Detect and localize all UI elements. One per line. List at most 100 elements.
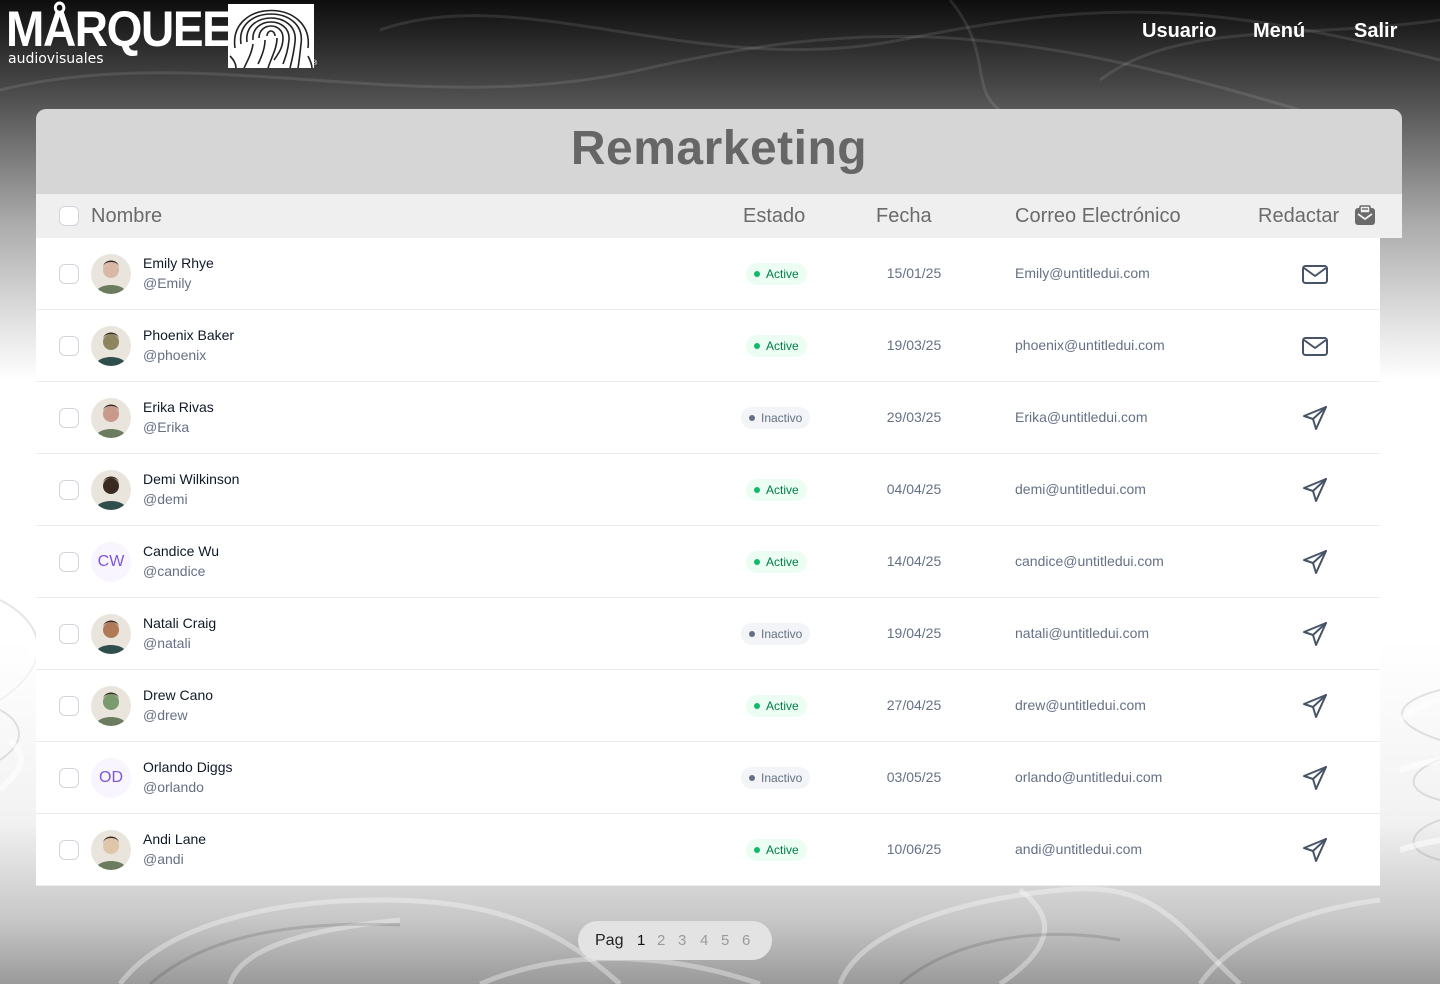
avatar — [91, 470, 131, 510]
row-checkbox[interactable] — [59, 480, 79, 500]
card-header: Remarketing — [36, 109, 1402, 194]
email-cell: Erika@untitledui.com — [1015, 409, 1148, 425]
date-cell: 27/04/25 — [886, 697, 942, 713]
send-icon[interactable] — [1301, 404, 1329, 432]
user-name: Natali Craig — [143, 615, 217, 631]
avatar — [91, 254, 131, 294]
avatar — [91, 614, 131, 654]
user-handle: @andi — [143, 851, 184, 867]
page-link[interactable]: 6 — [742, 921, 750, 960]
date-cell: 14/04/25 — [886, 553, 942, 569]
pagination: Pag 123456 — [578, 921, 772, 960]
top-bar: MÅRQUEE. audiovisuales ® Usuario Menú Sa… — [0, 0, 1440, 80]
page-link[interactable]: 5 — [721, 921, 729, 960]
user-name: Candice Wu — [143, 543, 220, 559]
column-header-nombre[interactable]: Nombre — [91, 194, 162, 238]
table-header: Nombre Estado Fecha Correo Electrónico R… — [36, 194, 1402, 238]
row-checkbox[interactable] — [59, 264, 79, 284]
email-cell: natali@untitledui.com — [1015, 625, 1150, 641]
table-row[interactable]: Demi Wilkinson @demi Active 04/04/25 demi@un… — [36, 454, 1380, 526]
fingerprint-icon — [228, 4, 314, 68]
row-checkbox[interactable] — [59, 840, 79, 860]
email-cell: orlando@untitledui.com — [1015, 769, 1163, 785]
table-row[interactable]: Erika Rivas @Erika Inactivo 29/03/25 Erika@u… — [36, 382, 1380, 454]
date-cell: 29/03/25 — [886, 409, 942, 425]
status-badge: Active — [746, 839, 807, 861]
user-handle: @demi — [143, 491, 188, 507]
user-name: Drew Cano — [143, 687, 214, 703]
user-name: Emily Rhye — [143, 255, 214, 271]
registered-mark: ® — [312, 60, 318, 67]
page-title: Remarketing — [570, 122, 868, 175]
user-name: Orlando Diggs — [143, 759, 233, 775]
email-cell: andi@untitledui.com — [1015, 841, 1143, 857]
date-cell: 15/01/25 — [886, 265, 942, 281]
user-name: Erika Rivas — [143, 399, 214, 415]
table-row[interactable]: Phoenix Baker @phoenix Active 19/03/25 phoen… — [36, 310, 1380, 382]
row-checkbox[interactable] — [59, 696, 79, 716]
row-checkbox[interactable] — [59, 552, 79, 572]
column-header-redactar[interactable]: Redactar — [1258, 194, 1339, 238]
avatar: CW — [91, 542, 131, 582]
send-icon[interactable] — [1301, 620, 1329, 648]
user-handle: @orlando — [143, 779, 204, 795]
date-cell: 04/04/25 — [886, 481, 942, 497]
pagination-label: Pag — [595, 932, 624, 949]
avatar: OD — [91, 758, 131, 798]
page-link[interactable]: 4 — [700, 921, 708, 960]
user-handle: @natali — [143, 635, 191, 651]
status-badge: Active — [746, 695, 807, 717]
status-badge: Active — [746, 551, 807, 573]
send-icon[interactable] — [1301, 764, 1329, 792]
page-link[interactable]: 1 — [637, 921, 645, 960]
row-checkbox[interactable] — [59, 336, 79, 356]
send-icon[interactable] — [1301, 692, 1329, 720]
brand-logo[interactable]: MÅRQUEE. audiovisuales ® — [6, 1, 318, 70]
table-row[interactable]: Andi Lane @andi Active 10/06/25 andi@untitle… — [36, 814, 1380, 886]
nav-usuario[interactable]: Usuario — [1142, 18, 1216, 44]
page-link[interactable]: 3 — [678, 921, 686, 960]
mail-icon[interactable] — [1301, 332, 1329, 360]
row-checkbox[interactable] — [59, 768, 79, 788]
row-checkbox[interactable] — [59, 408, 79, 428]
date-cell: 19/04/25 — [886, 625, 942, 641]
send-icon[interactable] — [1301, 548, 1329, 576]
user-name: Andi Lane — [143, 831, 207, 847]
column-header-fecha[interactable]: Fecha — [876, 194, 932, 238]
nav-salir[interactable]: Salir — [1354, 18, 1397, 44]
date-cell: 03/05/25 — [886, 769, 942, 785]
avatar — [91, 326, 131, 366]
table-row[interactable]: Natali Craig @natali Inactivo 19/04/25 natal… — [36, 598, 1380, 670]
nav-menu[interactable]: Menú — [1253, 18, 1305, 44]
remarketing-card: Remarketing Nombre Estado Fecha Correo E… — [36, 109, 1402, 887]
user-table-body: Emily Rhye @Emily Active 15/01/25 Emily@unti… — [36, 238, 1380, 886]
column-header-correo[interactable]: Correo Electrónico — [1015, 194, 1181, 238]
table-row[interactable]: OD Orlando Diggs @orlando Inactivo 03/05/25 o… — [36, 742, 1380, 814]
send-icon[interactable] — [1301, 476, 1329, 504]
avatar — [91, 686, 131, 726]
table-row[interactable]: Emily Rhye @Emily Active 15/01/25 Emily@unti… — [36, 238, 1380, 310]
status-badge: Inactivo — [741, 407, 811, 429]
brand-wordmark: MÅRQUEE. — [6, 1, 244, 57]
email-cell: Emily@untitledui.com — [1015, 265, 1150, 281]
user-handle: @candice — [143, 563, 206, 579]
page-link[interactable]: 2 — [657, 921, 665, 960]
user-name: Phoenix Baker — [143, 327, 235, 343]
table-row[interactable]: Drew Cano @drew Active 27/04/25 drew@untitle… — [36, 670, 1380, 742]
email-cell: drew@untitledui.com — [1015, 697, 1146, 713]
compose-mail-icon[interactable] — [1354, 205, 1376, 227]
column-header-estado[interactable]: Estado — [743, 194, 805, 238]
date-cell: 10/06/25 — [886, 841, 942, 857]
mail-icon[interactable] — [1301, 260, 1329, 288]
status-badge: Active — [746, 335, 807, 357]
table-row[interactable]: CW Candice Wu @candice Active 14/04/25 candic… — [36, 526, 1380, 598]
avatar — [91, 830, 131, 870]
select-all-checkbox[interactable] — [59, 206, 79, 226]
user-handle: @phoenix — [143, 347, 207, 363]
email-cell: phoenix@untitledui.com — [1015, 337, 1165, 353]
send-icon[interactable] — [1301, 836, 1329, 864]
user-handle: @Erika — [143, 419, 190, 435]
email-cell: candice@untitledui.com — [1015, 553, 1164, 569]
row-checkbox[interactable] — [59, 624, 79, 644]
user-name: Demi Wilkinson — [143, 471, 240, 487]
